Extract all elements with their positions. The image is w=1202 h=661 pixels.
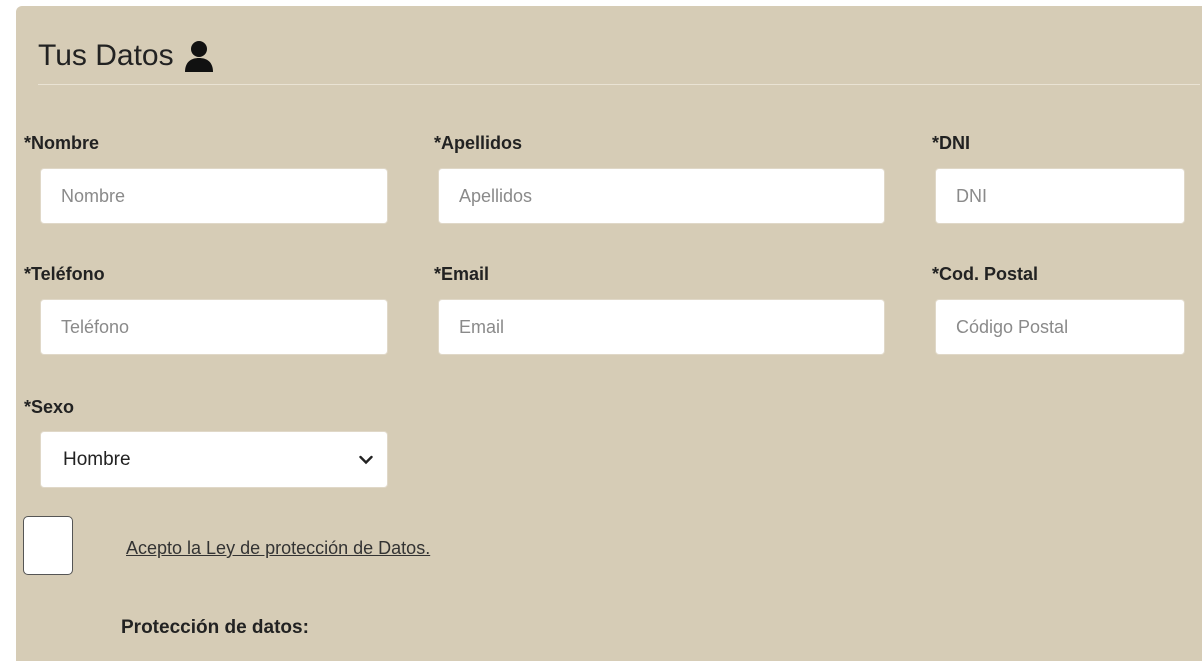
email-input[interactable]: [438, 299, 885, 355]
apellidos-input[interactable]: [438, 168, 885, 224]
section-title-text: Tus Datos: [38, 39, 174, 72]
apellidos-label: *Apellidos: [434, 133, 523, 153]
telefono-input[interactable]: [40, 299, 388, 355]
dni-input[interactable]: [935, 168, 1185, 224]
data-protection-link[interactable]: Acepto la Ley de protección de Datos.: [126, 538, 430, 559]
email-label: *Email: [434, 264, 490, 284]
data-protection-heading: Protección de datos:: [121, 617, 309, 638]
title-divider: [38, 84, 1200, 85]
dni-label: *DNI: [932, 133, 971, 153]
sexo-selected-value: Hombre: [63, 448, 131, 470]
consent-checkbox[interactable]: [23, 516, 73, 575]
chevron-down-icon: [359, 449, 373, 471]
cod-postal-input[interactable]: [935, 299, 1185, 355]
telefono-label: *Teléfono: [24, 264, 105, 284]
nombre-label: *Nombre: [24, 133, 100, 153]
section-title: Tus Datos: [38, 36, 214, 76]
cod-postal-label: *Cod. Postal: [932, 264, 1039, 284]
form-panel: Tus Datos *Nombre *Apellidos *DNI *Teléf…: [16, 6, 1202, 661]
sexo-label: *Sexo: [24, 397, 75, 417]
nombre-input[interactable]: [40, 168, 388, 224]
sexo-select[interactable]: Hombre: [40, 431, 388, 488]
user-icon: [184, 39, 214, 73]
